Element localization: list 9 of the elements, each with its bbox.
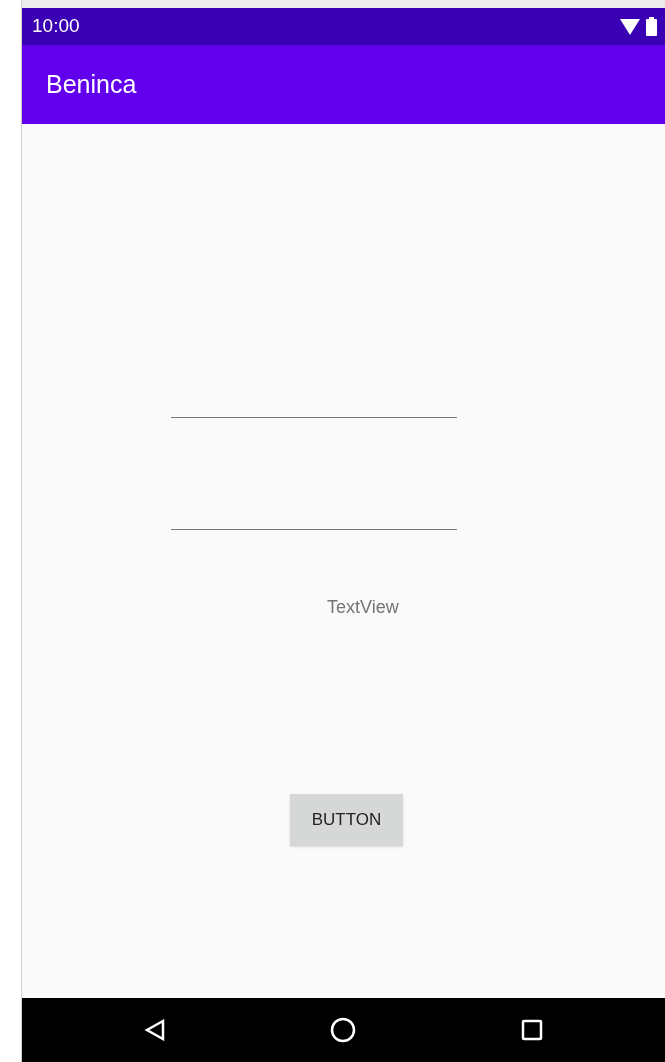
button[interactable]: BUTTON: [290, 794, 403, 846]
back-icon[interactable]: [144, 1019, 167, 1041]
battery-icon: [646, 17, 657, 36]
text-view: TextView: [327, 596, 399, 619]
recents-icon[interactable]: [520, 1019, 543, 1041]
status-time: 10:00: [32, 14, 80, 39]
app-title: Beninca: [46, 68, 137, 100]
wifi-icon: [620, 18, 640, 35]
home-icon[interactable]: [330, 1017, 357, 1043]
